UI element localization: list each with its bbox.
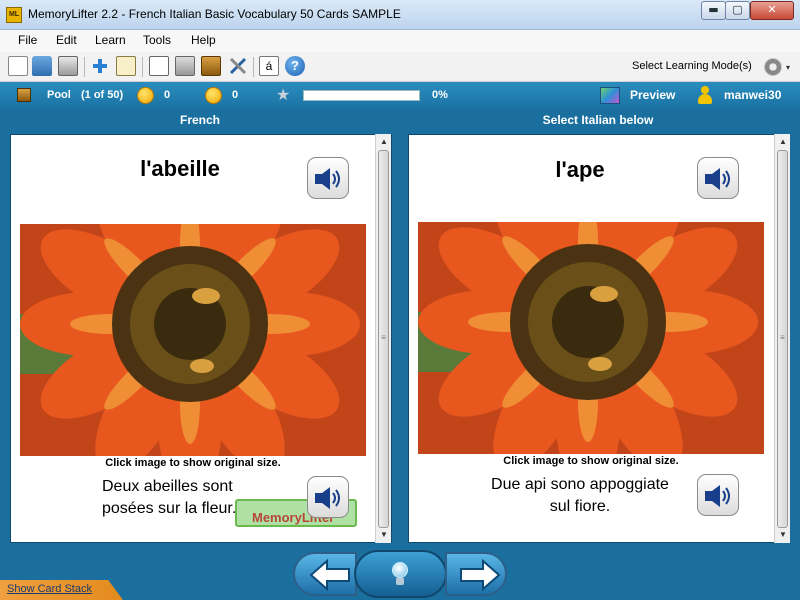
edit-card-icon[interactable] xyxy=(116,56,136,76)
speaker-icon xyxy=(315,168,340,190)
question-sentence: Deux abeilles sont posées sur la fleur. xyxy=(102,476,302,520)
close-button[interactable]: ✕ xyxy=(750,1,794,20)
next-card-button[interactable] xyxy=(445,552,507,596)
previous-card-button[interactable] xyxy=(293,552,357,596)
pool-label: Pool xyxy=(47,89,71,101)
progress-percent: 0% xyxy=(432,89,448,101)
answer-scrollbar[interactable]: ▲ ≡ ▼ xyxy=(774,134,790,543)
toolbar: á ? Select Learning Mode(s) ▾ xyxy=(0,52,800,82)
sad-face-icon xyxy=(205,87,222,104)
correct-count: 0 xyxy=(164,89,171,101)
star-icon: ★ xyxy=(276,87,291,104)
maximize-button[interactable]: ▢ xyxy=(725,1,750,20)
answer-audio-button[interactable] xyxy=(697,157,739,199)
preview-button[interactable]: Preview xyxy=(630,88,675,102)
menu-bar: File Edit Learn Tools Help xyxy=(0,30,800,52)
username: manwei30 xyxy=(724,88,782,102)
open-folder-icon[interactable] xyxy=(32,56,52,76)
question-language-header: French xyxy=(179,113,220,127)
question-image-caption: Click image to show original size. xyxy=(105,457,281,469)
user-icon xyxy=(697,86,713,105)
tools-icon[interactable] xyxy=(228,56,248,76)
add-icon[interactable] xyxy=(90,56,110,76)
scroll-thumb[interactable]: ≡ xyxy=(777,150,788,528)
answer-language-header: Select Italian below xyxy=(542,113,654,127)
answer-sentence: Due api sono appoggiate sul fiore. xyxy=(470,474,690,518)
progress-bar xyxy=(303,90,420,101)
answer-sentence-line2: sul fiore. xyxy=(549,498,611,515)
menu-help[interactable]: Help xyxy=(191,33,216,47)
gear-icon[interactable] xyxy=(764,58,782,76)
question-audio-button[interactable] xyxy=(307,157,349,199)
pool-count: (1 of 50) xyxy=(81,89,124,101)
answer-flower-image[interactable] xyxy=(418,222,764,454)
menu-learn[interactable]: Learn xyxy=(95,33,126,47)
presentation-icon[interactable] xyxy=(149,56,169,76)
toolbar-separator xyxy=(253,57,254,77)
question-sentence-line2: posées sur la fleur. xyxy=(102,500,237,517)
question-flower-image[interactable] xyxy=(20,224,366,456)
help-icon[interactable]: ? xyxy=(285,56,305,76)
window-title: MemoryLifter 2.2 - French Italian Basic … xyxy=(28,7,401,21)
scroll-thumb[interactable]: ≡ xyxy=(378,150,389,528)
scroll-down-icon[interactable]: ▼ xyxy=(376,528,392,542)
answer-word: l'ape xyxy=(555,157,605,182)
scroll-up-icon[interactable]: ▲ xyxy=(775,135,791,149)
new-file-icon[interactable] xyxy=(8,56,28,76)
app-logo-icon: ML xyxy=(6,7,22,23)
card-settings-icon[interactable] xyxy=(175,56,195,76)
show-card-stack-link[interactable]: Show Card Stack xyxy=(7,583,92,595)
accent-character-icon[interactable]: á xyxy=(259,56,279,76)
preview-icon[interactable] xyxy=(600,87,620,104)
grip-icon: ≡ xyxy=(780,333,785,342)
grip-icon: ≡ xyxy=(381,333,386,342)
scroll-up-icon[interactable]: ▲ xyxy=(376,135,392,149)
smiley-face-icon xyxy=(137,87,154,104)
chevron-down-icon[interactable]: ▾ xyxy=(786,63,790,72)
question-sentence-line1: Deux abeilles sont xyxy=(102,478,233,495)
arrow-right-icon xyxy=(460,558,501,592)
pool-icon xyxy=(17,88,31,102)
minimize-button[interactable]: ▬ xyxy=(701,1,726,20)
learning-mode-label[interactable]: Select Learning Mode(s) xyxy=(632,60,752,72)
speaker-icon xyxy=(705,485,730,507)
title-bar: ML MemoryLifter 2.2 - French Italian Bas… xyxy=(0,0,800,30)
scroll-down-icon[interactable]: ▼ xyxy=(775,528,791,542)
menu-file[interactable]: File xyxy=(18,33,37,47)
speaker-icon xyxy=(315,487,340,509)
answer-image-caption: Click image to show original size. xyxy=(503,455,679,467)
wrong-count: 0 xyxy=(232,89,239,101)
answer-sentence-audio-button[interactable] xyxy=(697,474,739,516)
question-sentence-audio-button[interactable] xyxy=(307,476,349,518)
question-word: l'abeille xyxy=(140,156,220,181)
toolbar-separator xyxy=(142,57,143,77)
speaker-icon xyxy=(705,168,730,190)
menu-tools[interactable]: Tools xyxy=(143,33,171,47)
menu-edit[interactable]: Edit xyxy=(56,33,77,47)
question-scrollbar[interactable]: ▲ ≡ ▼ xyxy=(375,134,391,543)
status-bar: Pool (1 of 50) 0 0 ★ 0% Preview manwei30 xyxy=(0,82,800,109)
answer-sentence-line1: Due api sono appoggiate xyxy=(491,476,669,493)
print-icon[interactable] xyxy=(58,56,78,76)
stack-icon[interactable] xyxy=(201,56,221,76)
toolbar-separator xyxy=(84,57,85,77)
light-bulb-icon xyxy=(391,562,409,586)
